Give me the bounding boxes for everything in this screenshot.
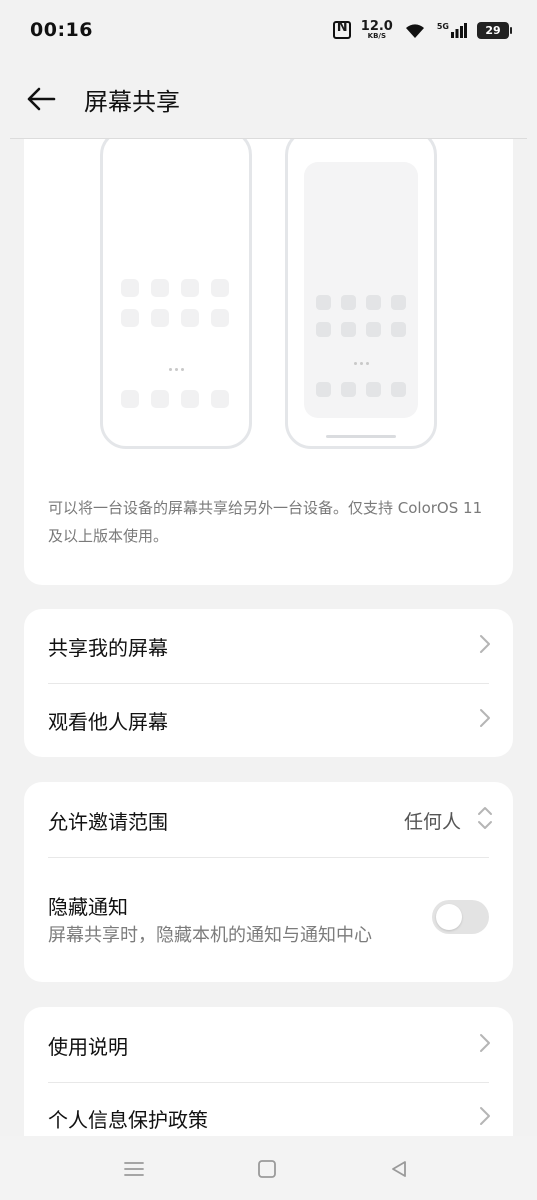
wifi-icon — [403, 21, 427, 39]
chevron-right-icon — [479, 634, 491, 658]
back-arrow-icon[interactable] — [26, 84, 56, 114]
hide-notifications-description: 屏幕共享时，隐藏本机的通知与通知中心 — [48, 924, 372, 946]
app-placeholder — [181, 309, 199, 327]
app-placeholder — [316, 322, 331, 337]
hide-notifications-toggle[interactable] — [432, 900, 489, 934]
app-placeholder — [211, 279, 229, 297]
invite-scope-value: 任何人 — [403, 810, 461, 833]
app-placeholder — [316, 295, 331, 310]
watch-others-screen-row[interactable]: 观看他人屏幕 — [24, 683, 513, 757]
app-placeholder — [366, 382, 381, 397]
chevron-right-icon — [479, 708, 491, 732]
page-header: 屏幕共享 — [0, 60, 537, 138]
network-speed: 12.0 KB/S — [361, 20, 393, 40]
app-placeholder — [366, 322, 381, 337]
invite-scope-label: 允许邀请范围 — [48, 809, 168, 834]
app-placeholder — [211, 309, 229, 327]
home-indicator — [326, 435, 396, 438]
app-placeholder — [391, 295, 406, 310]
settings-card: 允许邀请范围 任何人 隐藏通知 屏幕共享时，隐藏本机的通知与通知中心 — [24, 782, 513, 982]
app-placeholder — [121, 309, 139, 327]
system-navigation-bar — [0, 1136, 537, 1200]
signal-icon: 5G — [437, 22, 467, 38]
share-my-screen-label: 共享我的屏幕 — [48, 635, 168, 660]
menu-icon[interactable] — [121, 1156, 147, 1182]
privacy-policy-label: 个人信息保护政策 — [48, 1107, 208, 1132]
chevron-right-icon — [479, 1106, 491, 1130]
home-icon[interactable] — [254, 1156, 280, 1182]
intro-card: 可以将一台设备的屏幕共享给另外一台设备。仅支持 ColorOS 11 及以上版本… — [24, 139, 513, 585]
app-placeholder — [341, 295, 356, 310]
app-placeholder — [341, 382, 356, 397]
share-my-screen-row[interactable]: 共享我的屏幕 — [24, 609, 513, 683]
hide-notifications-row: 隐藏通知 屏幕共享时，隐藏本机的通知与通知中心 — [24, 858, 513, 982]
toggle-knob — [436, 904, 462, 930]
mirrored-screen — [304, 162, 418, 418]
page-indicator — [354, 362, 369, 365]
app-placeholder — [181, 390, 199, 408]
app-placeholder — [341, 322, 356, 337]
app-placeholder — [366, 295, 381, 310]
illustration-phone-sender — [100, 139, 252, 449]
app-dock-mirrored — [316, 382, 406, 397]
app-grid-mirrored — [316, 295, 406, 337]
page-indicator — [169, 368, 184, 371]
intro-description: 可以将一台设备的屏幕共享给另外一台设备。仅支持 ColorOS 11 及以上版本… — [48, 499, 483, 545]
chevron-right-icon — [479, 1033, 491, 1057]
battery-icon: 29 — [477, 21, 512, 39]
hide-notifications-label: 隐藏通知 — [48, 894, 128, 919]
app-grid-top — [121, 279, 229, 327]
status-time: 00:16 — [30, 19, 93, 41]
status-bar: 00:16 12.0 KB/S 5G 29 — [0, 0, 537, 60]
app-dock — [121, 390, 229, 408]
watch-others-screen-label: 观看他人屏幕 — [48, 709, 168, 734]
instructions-row[interactable]: 使用说明 — [24, 1007, 513, 1083]
app-placeholder — [181, 279, 199, 297]
app-placeholder — [121, 279, 139, 297]
status-icons: 12.0 KB/S 5G 29 — [332, 20, 512, 40]
share-actions-card: 共享我的屏幕 观看他人屏幕 — [24, 609, 513, 757]
invite-scope-row[interactable]: 允许邀请范围 任何人 — [24, 782, 513, 858]
network-type: 5G — [436, 22, 449, 31]
app-placeholder — [121, 390, 139, 408]
app-placeholder — [151, 279, 169, 297]
back-triangle-icon[interactable] — [386, 1156, 412, 1182]
app-placeholder — [151, 390, 169, 408]
app-placeholder — [391, 382, 406, 397]
nfc-icon — [332, 20, 351, 39]
app-placeholder — [391, 322, 406, 337]
illustration-phone-receiver — [285, 139, 437, 449]
network-speed-unit: KB/S — [367, 32, 386, 40]
app-placeholder — [211, 390, 229, 408]
instructions-label: 使用说明 — [48, 1034, 128, 1059]
app-placeholder — [316, 382, 331, 397]
app-placeholder — [151, 309, 169, 327]
up-down-chevron-icon — [477, 805, 493, 835]
page-title: 屏幕共享 — [84, 87, 180, 116]
